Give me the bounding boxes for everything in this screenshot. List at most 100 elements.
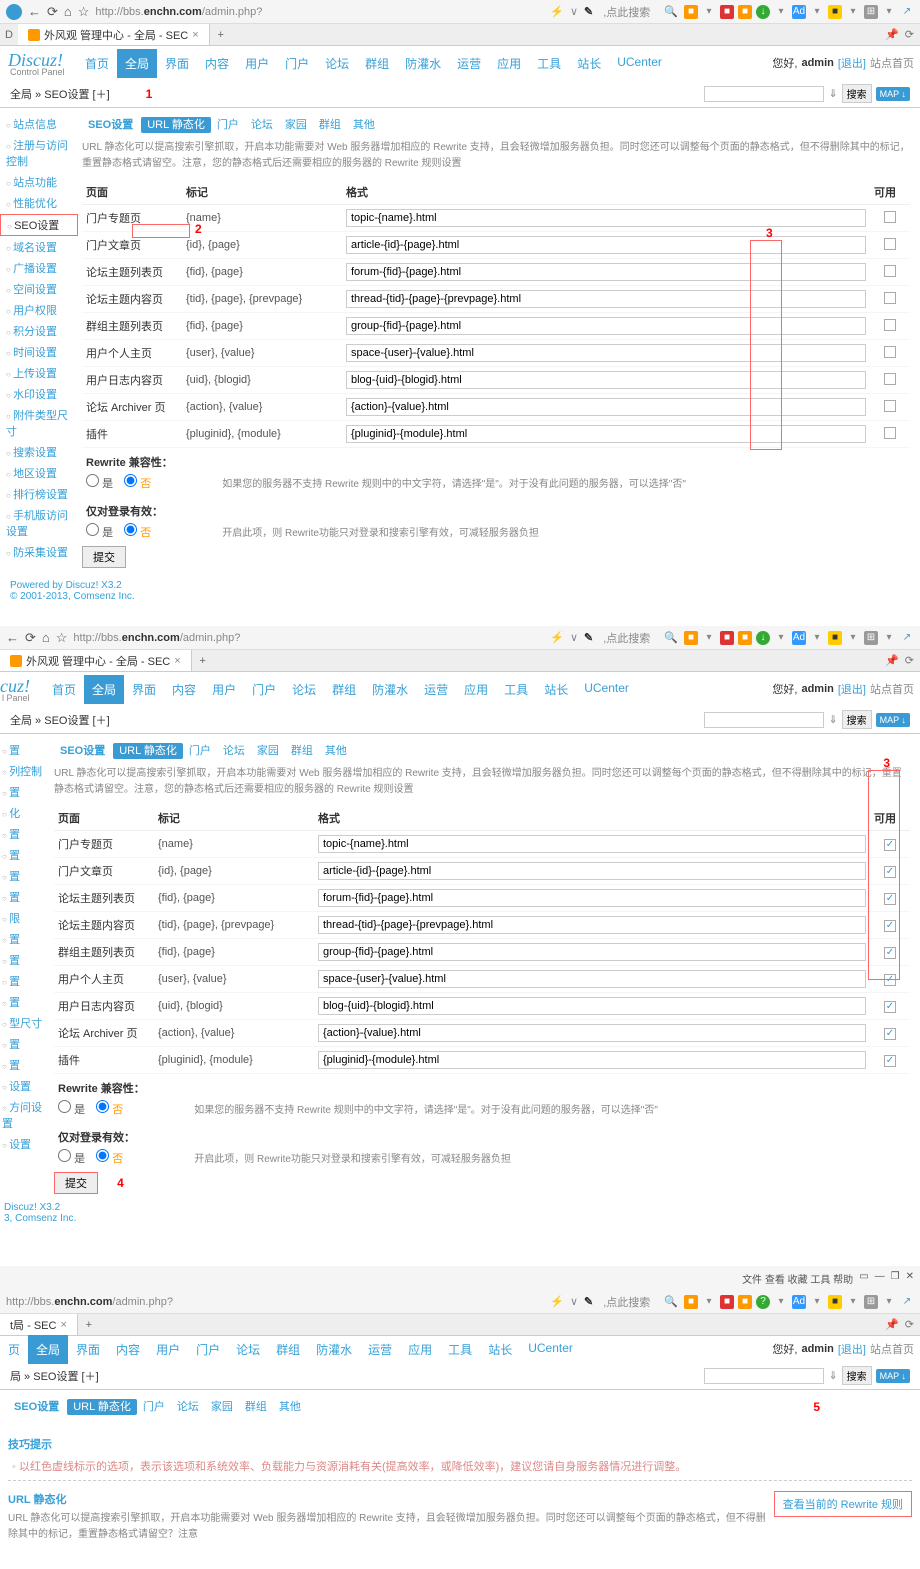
format-input[interactable] [318, 1051, 866, 1069]
browser-tab[interactable]: 外风观 管理中心 - 全局 - SEC × [0, 650, 192, 671]
win-min-icon[interactable]: ▭ [859, 1271, 868, 1286]
subtab[interactable]: URL 静态化 [67, 1399, 137, 1415]
nav-item[interactable]: 论坛 [317, 49, 357, 78]
search-hint[interactable]: ,点此搜索 [603, 630, 650, 646]
nav-item[interactable]: 门户 [188, 1335, 228, 1364]
nav-item[interactable]: 门户 [244, 675, 284, 704]
sidebar-item[interactable]: 站点功能 [13, 177, 57, 189]
enable-checkbox[interactable] [884, 265, 896, 277]
pin-icon[interactable]: 📌 [885, 28, 899, 41]
sidebar-item[interactable]: 置 [9, 850, 20, 862]
search-button[interactable]: 搜索 [842, 1366, 872, 1385]
subtab[interactable]: 论坛 [245, 117, 279, 133]
format-input[interactable] [346, 236, 866, 254]
sidebar-item[interactable]: 水印设置 [13, 389, 57, 401]
nav-item[interactable]: 内容 [197, 49, 237, 78]
sidebar-item[interactable]: 用户权限 [13, 305, 57, 317]
sidebar-item[interactable]: 设置 [9, 1139, 31, 1151]
subtab[interactable]: 家园 [205, 1399, 239, 1415]
nav-item[interactable]: 论坛 [284, 675, 324, 704]
refresh-icon[interactable]: ⟳ [905, 654, 914, 667]
search-input[interactable] [704, 1368, 824, 1384]
format-input[interactable] [346, 398, 866, 416]
back-icon[interactable]: ← [28, 4, 41, 19]
search-icon[interactable]: 🔍 [664, 631, 678, 644]
home-icon[interactable]: ⌂ [64, 4, 72, 19]
pin-icon[interactable]: 📌 [885, 1318, 899, 1331]
format-input[interactable] [346, 344, 866, 362]
nav-item[interactable]: 应用 [400, 1335, 440, 1364]
subtab[interactable]: 家园 [251, 743, 285, 759]
sidebar-item[interactable]: 置 [9, 787, 20, 799]
enable-checkbox[interactable] [884, 319, 896, 331]
ext-icon[interactable]: ↓ [756, 631, 770, 645]
sidebar-item[interactable]: 时间设置 [13, 347, 57, 359]
format-input[interactable] [346, 425, 866, 443]
ext-icon[interactable]: ■ [720, 631, 734, 645]
format-input[interactable] [318, 889, 866, 907]
search-input[interactable] [704, 86, 824, 102]
nav-item[interactable]: 群组 [268, 1335, 308, 1364]
refresh-icon[interactable]: ⟳ [905, 1318, 914, 1331]
nav-item[interactable]: 界面 [157, 49, 197, 78]
ext-icon[interactable]: ⊞ [864, 5, 878, 19]
logout-link[interactable]: [退出] [838, 681, 866, 697]
tab-add[interactable]: + [78, 1319, 100, 1331]
home-link[interactable]: 站点首页 [870, 1341, 914, 1357]
chevron-down-icon[interactable]: ∨ [570, 631, 578, 644]
dropdown-icon[interactable]: ⇓ [828, 713, 837, 726]
tab-list-icon[interactable]: D [0, 29, 18, 41]
browser-tab[interactable]: 外风观 管理中心 - 全局 - SEC × [18, 24, 210, 45]
format-input[interactable] [346, 209, 866, 227]
nav-item[interactable]: 站长 [536, 675, 576, 704]
nav-item[interactable]: 界面 [124, 675, 164, 704]
subtab[interactable]: 群组 [285, 743, 319, 759]
radio-yes[interactable]: 是 [86, 478, 113, 490]
nav-item[interactable]: 工具 [440, 1335, 480, 1364]
sidebar-item[interactable]: SEO设置 [14, 220, 59, 232]
ext-icon[interactable]: Ad [792, 631, 806, 645]
nav-item[interactable]: 全局 [28, 1335, 68, 1364]
nav-item[interactable]: 用户 [237, 49, 277, 78]
sidebar-item[interactable]: 置 [9, 745, 20, 757]
nav-item[interactable]: 内容 [108, 1335, 148, 1364]
sidebar-item[interactable]: 站点信息 [13, 119, 57, 131]
subtab[interactable]: 论坛 [217, 743, 251, 759]
map-button[interactable]: MAP ↓ [876, 1369, 910, 1383]
enable-checkbox[interactable] [884, 292, 896, 304]
nav-item[interactable]: 首页 [77, 49, 117, 78]
ext-icon[interactable]: ■ [720, 5, 734, 19]
nav-item[interactable]: 工具 [496, 675, 536, 704]
sidebar-item[interactable]: 置 [9, 892, 20, 904]
enable-checkbox[interactable] [884, 346, 896, 358]
nav-item[interactable]: 运营 [449, 49, 489, 78]
format-input[interactable] [318, 997, 866, 1015]
nav-item[interactable]: 群组 [357, 49, 397, 78]
pencil-icon[interactable]: ✎ [584, 631, 593, 644]
sidebar-item[interactable]: 积分设置 [13, 326, 57, 338]
nav-item[interactable]: 站长 [480, 1335, 520, 1364]
format-input[interactable] [346, 317, 866, 335]
ext-icon[interactable]: ↓ [756, 5, 770, 19]
map-button[interactable]: MAP ↓ [876, 87, 910, 101]
ext-icon[interactable]: ↗ [900, 631, 914, 645]
reload-icon[interactable]: ⟳ [47, 4, 58, 20]
tab-add[interactable]: + [210, 29, 232, 41]
reload-icon[interactable]: ⟳ [25, 630, 36, 646]
sidebar-item[interactable]: 手机版访问设置 [6, 510, 68, 538]
subtab[interactable]: 门户 [137, 1399, 171, 1415]
home-icon[interactable]: ⌂ [42, 630, 50, 645]
star-icon[interactable]: ☆ [56, 630, 68, 646]
ext-icon[interactable]: ■ [828, 631, 842, 645]
format-input[interactable] [346, 263, 866, 281]
menu-items[interactable]: 文件 查看 收藏 工具 帮助 [742, 1271, 853, 1286]
sidebar-item[interactable]: 上传设置 [13, 368, 57, 380]
address-bar[interactable]: http://bbs.enchn.com/admin.php? [73, 632, 544, 644]
close-icon[interactable]: × [174, 655, 180, 667]
format-input[interactable] [318, 862, 866, 880]
subtab[interactable]: 论坛 [171, 1399, 205, 1415]
enable-checkbox[interactable] [884, 1055, 896, 1067]
sidebar-item[interactable]: 列控制 [9, 766, 42, 778]
sidebar-item[interactable]: 置 [9, 871, 20, 883]
sidebar-item[interactable]: 广播设置 [13, 263, 57, 275]
